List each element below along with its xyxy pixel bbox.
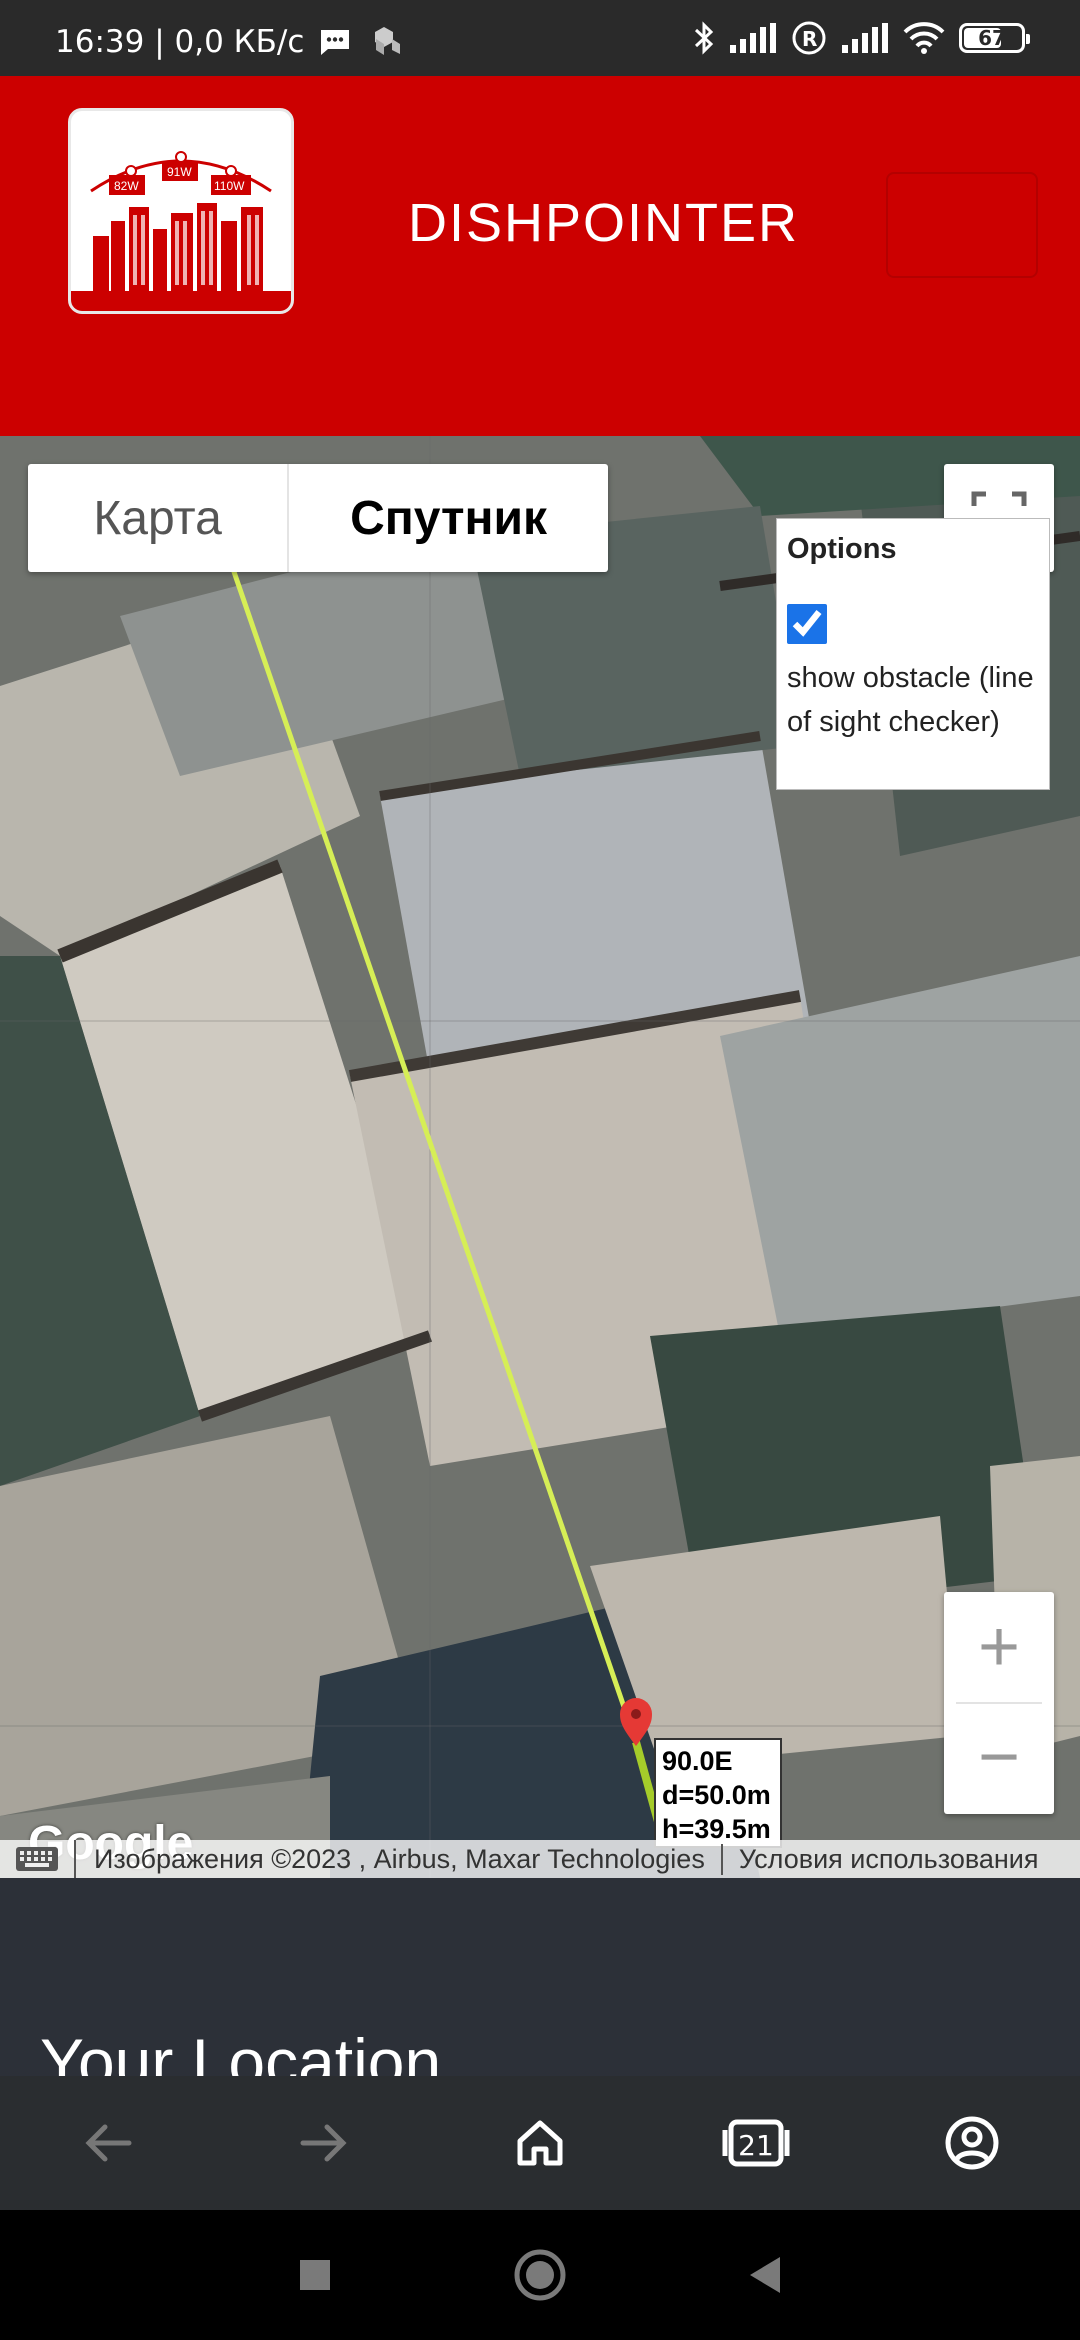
browser-toolbar: 21 [0, 2076, 1080, 2210]
status-time: 16:39 | 0,0 КБ/с [55, 24, 305, 60]
system-nav-bar [0, 2210, 1080, 2340]
satellite-map[interactable]: Карта Спутник Options show obstacle (lin… [0, 436, 1080, 1878]
forward-arrow-icon [300, 2124, 347, 2162]
svg-text:R: R [802, 27, 817, 51]
zoom-control: + − [944, 1592, 1054, 1814]
map-type-satellite-tab[interactable]: Спутник [289, 464, 608, 572]
keyboard-icon [16, 1847, 58, 1871]
terms-link[interactable]: Условия использования [723, 1844, 1039, 1875]
message-icon [321, 30, 350, 55]
show-obstacle-checkbox[interactable] [787, 604, 827, 644]
map-type-map-tab[interactable]: Карта [28, 464, 290, 572]
status-bar: 16:39 | 0,0 КБ/с R 67 [0, 0, 1080, 76]
forward-button[interactable] [216, 2076, 432, 2210]
profile-icon [945, 2116, 999, 2170]
map-attribution: Изображения ©2023 , Airbus, Maxar Techno… [0, 1840, 1080, 1878]
app-logo: 82W 91W 110W [68, 108, 294, 314]
svg-text:82W: 82W [114, 179, 139, 193]
zoom-out-button[interactable]: − [944, 1702, 1054, 1812]
app-notification-icon [375, 27, 401, 55]
marker-info-label: 90.0E d=50.0m h=39.5m [654, 1738, 782, 1848]
map-type-control: Карта Спутник [28, 464, 608, 572]
back-nav-button[interactable] [747, 2255, 783, 2295]
options-panel: Options show obstacle (line of sight che… [776, 518, 1050, 790]
signal-2-icon [842, 23, 888, 53]
back-arrow-icon [85, 2124, 132, 2162]
profile-button[interactable] [864, 2076, 1080, 2210]
options-title: Options [787, 533, 897, 565]
tabs-icon: 21 [722, 2119, 790, 2167]
back-button[interactable] [0, 2076, 216, 2210]
menu-button[interactable] [886, 172, 1038, 278]
roaming-icon: R [792, 21, 826, 55]
show-obstacle-label: show obstacle (line of sight checker) [787, 662, 1034, 738]
tabs-button[interactable]: 21 [648, 2076, 864, 2210]
home-button[interactable] [432, 2076, 648, 2210]
keyboard-shortcuts-button[interactable] [0, 1840, 76, 1878]
battery-icon: 67 [959, 23, 1030, 53]
wifi-icon [903, 22, 945, 54]
marker-longitude: 90.0E [662, 1746, 733, 1776]
home-icon [517, 2120, 563, 2166]
bluetooth-icon [694, 21, 714, 55]
svg-text:21: 21 [738, 2129, 774, 2162]
imagery-credit: Изображения ©2023 , Airbus, Maxar Techno… [76, 1843, 723, 1875]
svg-text:91W: 91W [167, 165, 192, 179]
recents-button[interactable] [297, 2257, 333, 2293]
zoom-in-button[interactable]: + [944, 1592, 1054, 1702]
signal-icon [730, 23, 776, 53]
marker-distance: d=50.0m [662, 1780, 771, 1810]
app-title: DISHPOINTER [408, 193, 800, 253]
battery-level: 67 [978, 26, 1006, 50]
home-nav-button[interactable] [513, 2248, 567, 2302]
svg-text:110W: 110W [214, 179, 245, 193]
app-header: 82W 91W 110W DISHPOINTER [0, 76, 1080, 436]
